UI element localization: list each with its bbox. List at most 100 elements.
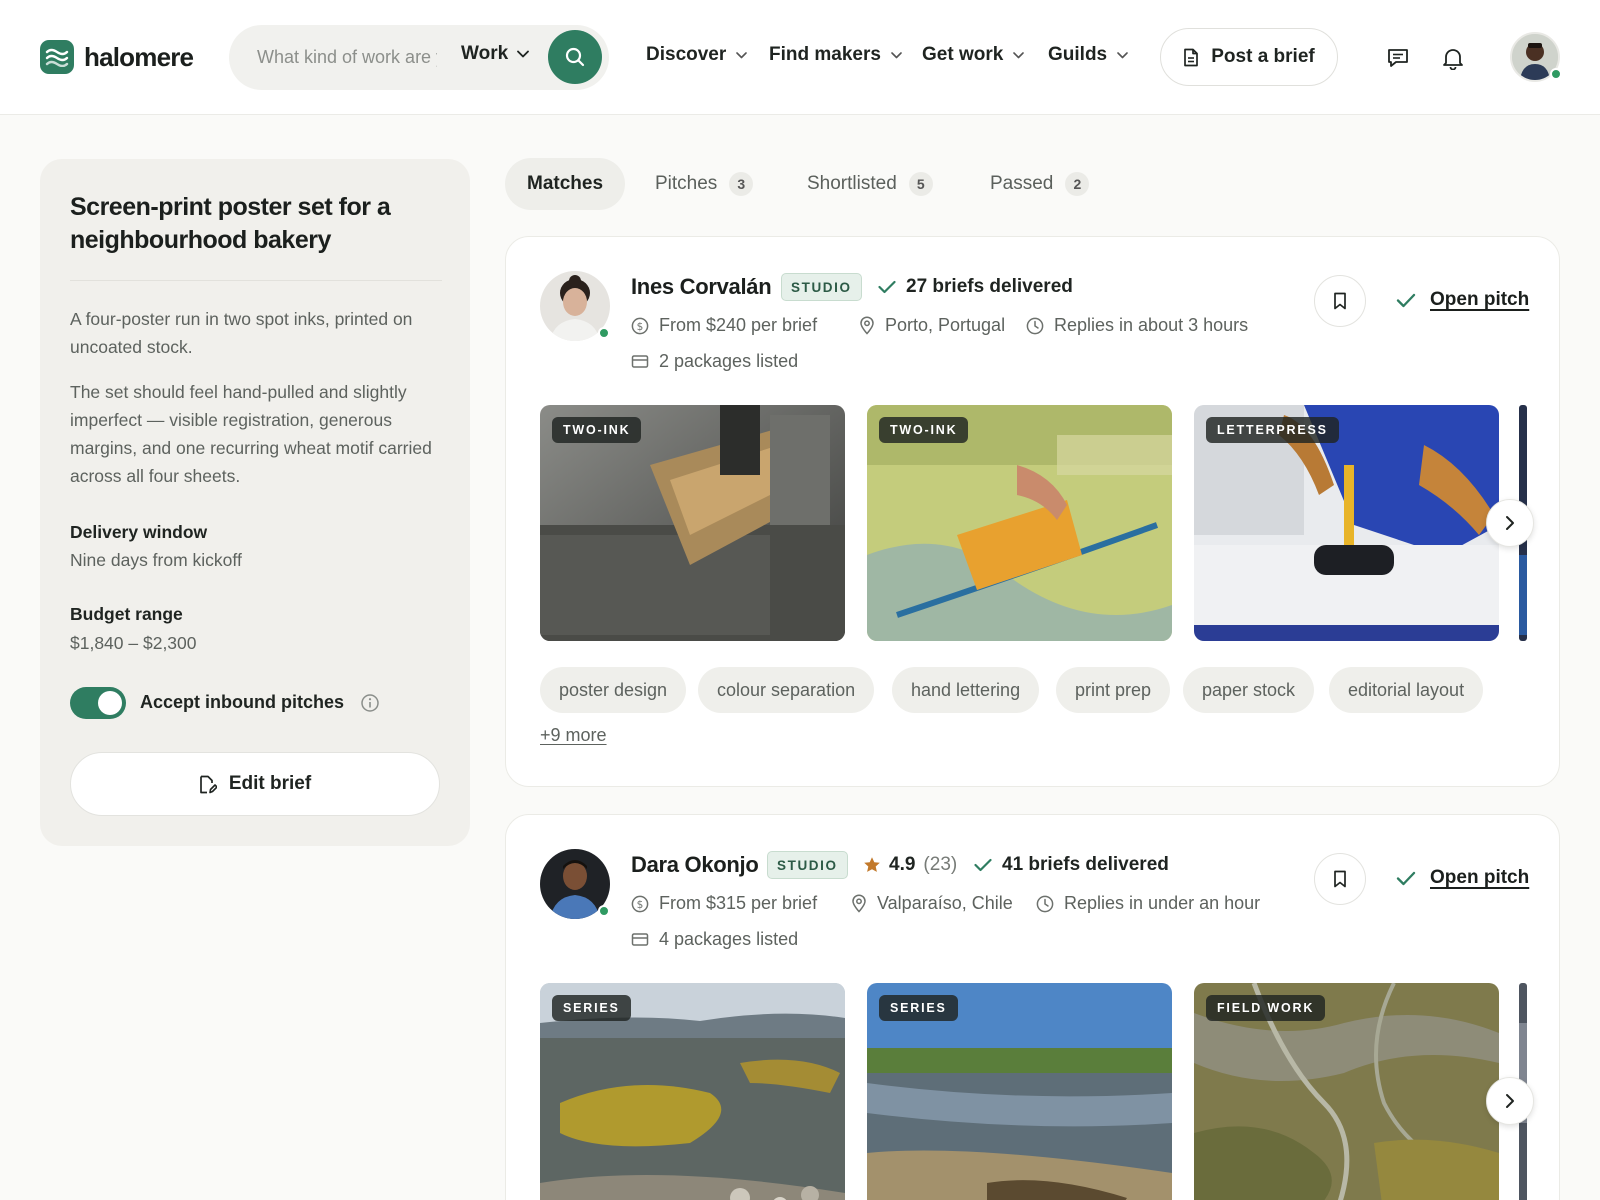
- price-text: From $240 per brief: [659, 315, 818, 335]
- logo-text: halomere: [84, 41, 194, 72]
- studio-badge: STUDIO: [767, 851, 848, 879]
- skill-chip[interactable]: poster design: [540, 667, 687, 713]
- location-text: Valparaíso, Chile: [877, 893, 1013, 913]
- nav-label: Guilds: [1048, 44, 1108, 65]
- divider: [70, 280, 442, 281]
- maker-card: Ines Corvalán STUDIO 27 briefs delivered…: [505, 236, 1560, 787]
- thumbnail-tag: FIELD WORK: [1206, 995, 1326, 1021]
- messages-button[interactable]: [1385, 45, 1411, 71]
- search-input[interactable]: [257, 43, 437, 71]
- package-card-icon: [631, 933, 649, 946]
- nav-label: Get work: [922, 44, 1004, 65]
- skill-chip[interactable]: print prep: [1056, 667, 1171, 713]
- location-pin-icon: [860, 316, 874, 335]
- check-icon: [1396, 293, 1416, 307]
- price-info: $ From $240 per brief: [631, 315, 817, 336]
- portfolio-thumbnail[interactable]: LETTERPRESS: [1194, 405, 1499, 641]
- search-icon: [565, 47, 585, 67]
- tab-label: Shortlisted: [807, 173, 897, 194]
- top-header: halomere Work Discover Find makers Get w…: [0, 0, 1600, 115]
- portfolio-thumbnail[interactable]: TWO-INK: [540, 405, 845, 641]
- rating-count: (23): [923, 854, 958, 875]
- toggle-knob: [98, 691, 122, 715]
- skill-chip[interactable]: colour separation: [698, 667, 875, 713]
- thumbnail-tag: TWO-INK: [879, 417, 969, 443]
- tab-count-badge: 2: [1065, 172, 1090, 196]
- accept-pitches-toggle[interactable]: [70, 687, 126, 719]
- maker-name[interactable]: Ines Corvalán: [631, 274, 772, 300]
- post-brief-button[interactable]: Post a brief: [1160, 28, 1338, 86]
- portfolio-thumbnail[interactable]: SERIES: [867, 983, 1172, 1200]
- bookmark-button[interactable]: [1314, 853, 1366, 905]
- tab-shortlisted[interactable]: Shortlisted 5: [785, 158, 955, 210]
- clock-icon: [1036, 895, 1054, 912]
- chevron-down-icon: [1013, 51, 1025, 58]
- open-pitch-link[interactable]: Open pitch: [1396, 289, 1529, 311]
- search-bar: Work: [229, 25, 609, 90]
- maker-avatar[interactable]: [540, 849, 610, 919]
- chevron-down-icon: [1117, 51, 1128, 58]
- dollar-icon: $: [631, 895, 649, 912]
- chevron-right-icon: [1506, 516, 1514, 530]
- logo[interactable]: halomere: [40, 40, 194, 74]
- nav-label: Discover: [646, 44, 727, 65]
- tab-matches[interactable]: Matches: [505, 158, 626, 210]
- tab-count-badge: 3: [729, 172, 754, 196]
- maker-name[interactable]: Dara Okonjo: [631, 852, 759, 878]
- clock-icon: [1026, 317, 1044, 334]
- thumbnail-tag: SERIES: [552, 995, 631, 1021]
- bookmark-button[interactable]: [1314, 275, 1366, 327]
- carousel-next-button[interactable]: [1486, 499, 1534, 547]
- info-icon[interactable]: [360, 693, 380, 713]
- thumbnail-tag: LETTERPRESS: [1206, 417, 1339, 443]
- more-skills-link[interactable]: +9 more: [540, 725, 607, 746]
- search-type-dropdown[interactable]: Work: [461, 43, 530, 65]
- maker-card: Dara Okonjo STUDIO 4.9 (23) 41 briefs de…: [505, 814, 1560, 1200]
- skill-chip[interactable]: hand lettering: [892, 667, 1040, 713]
- edit-brief-button[interactable]: Edit brief: [70, 752, 440, 816]
- chevron-down-icon: [517, 50, 530, 58]
- brief-panel: Screen-print poster set for a neighbourh…: [40, 159, 470, 846]
- location-info: Valparaíso, Chile: [851, 893, 1013, 914]
- check-icon: [974, 858, 992, 872]
- open-pitch-label: Open pitch: [1430, 867, 1530, 888]
- dollar-icon: $: [631, 317, 649, 334]
- edit-document-icon: [199, 775, 217, 793]
- carousel-next-button[interactable]: [1486, 1077, 1534, 1125]
- online-status-dot: [598, 327, 610, 339]
- studio-badge: STUDIO: [781, 273, 862, 301]
- tab-label: Pitches: [655, 173, 718, 194]
- chevron-right-icon: [1506, 1094, 1514, 1108]
- rating-value: 4.9: [889, 854, 916, 875]
- portfolio-thumbnail[interactable]: SERIES: [540, 983, 845, 1200]
- skill-chip[interactable]: paper stock: [1183, 667, 1315, 713]
- location-info: Porto, Portugal: [859, 315, 1005, 336]
- user-avatar[interactable]: [1510, 32, 1562, 82]
- skill-chip[interactable]: editorial layout: [1329, 667, 1484, 713]
- price-info: $ From $315 per brief: [631, 893, 817, 914]
- edit-brief-label: Edit brief: [228, 773, 312, 794]
- location-text: Porto, Portugal: [885, 315, 1006, 335]
- open-pitch-link[interactable]: Open pitch: [1396, 867, 1529, 889]
- post-brief-label: Post a brief: [1211, 46, 1315, 67]
- packages-info: 2 packages listed: [631, 351, 798, 372]
- delivery-window-label: Delivery window: [70, 522, 208, 542]
- search-button[interactable]: [548, 30, 602, 84]
- response-time-info: Replies in under an hour: [1036, 893, 1260, 914]
- notifications-button[interactable]: [1440, 45, 1466, 71]
- maker-avatar[interactable]: [540, 271, 610, 341]
- nav-get-work[interactable]: Get work: [922, 44, 1025, 66]
- portfolio-thumbnail[interactable]: TWO-INK: [867, 405, 1172, 641]
- brief-title: Screen-print poster set for a neighbourh…: [70, 193, 391, 254]
- brief-description: The set should feel hand-pulled and slig…: [70, 382, 432, 486]
- nav-guilds[interactable]: Guilds: [1048, 44, 1128, 66]
- nav-find-makers[interactable]: Find makers: [769, 44, 902, 66]
- open-pitch-label: Open pitch: [1430, 289, 1530, 310]
- star-icon: [864, 857, 880, 872]
- tab-passed[interactable]: Passed 2: [968, 158, 1111, 210]
- location-pin-icon: [852, 894, 866, 913]
- tab-pitches[interactable]: Pitches 3: [633, 158, 775, 210]
- portfolio-thumbnail[interactable]: FIELD WORK: [1194, 983, 1499, 1200]
- briefs-delivered-text: 41 briefs delivered: [1002, 854, 1169, 875]
- nav-discover[interactable]: Discover: [646, 44, 748, 66]
